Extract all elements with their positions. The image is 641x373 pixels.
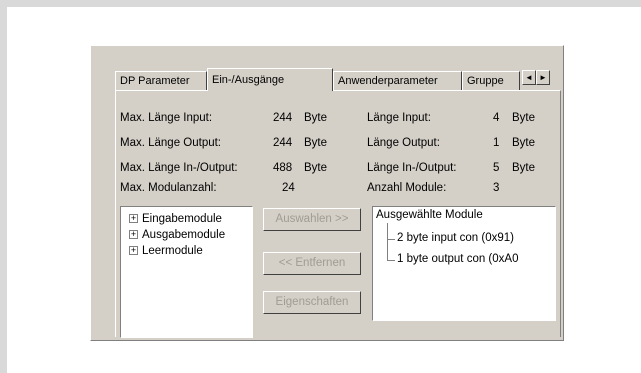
tab-gruppe[interactable]: Gruppe [462,71,520,90]
tab-scroll-right-button[interactable]: ► [536,70,550,85]
tab-ein-ausgaenge[interactable]: Ein-/Ausgänge [207,68,333,91]
tab-anwenderparameter[interactable]: Anwenderparameter [333,71,462,90]
page-border-left [0,0,7,373]
module-dialog: DP Parameter Ein-/Ausgänge Anwenderparam… [90,45,564,341]
page-border-top [0,0,641,7]
tab-scroll-left-button[interactable]: ◄ [522,70,536,85]
tab-strip: DP Parameter Ein-/Ausgänge Anwenderparam… [115,68,563,91]
tab-dp-parameter[interactable]: DP Parameter [115,71,207,90]
tab-panel [115,90,561,337]
